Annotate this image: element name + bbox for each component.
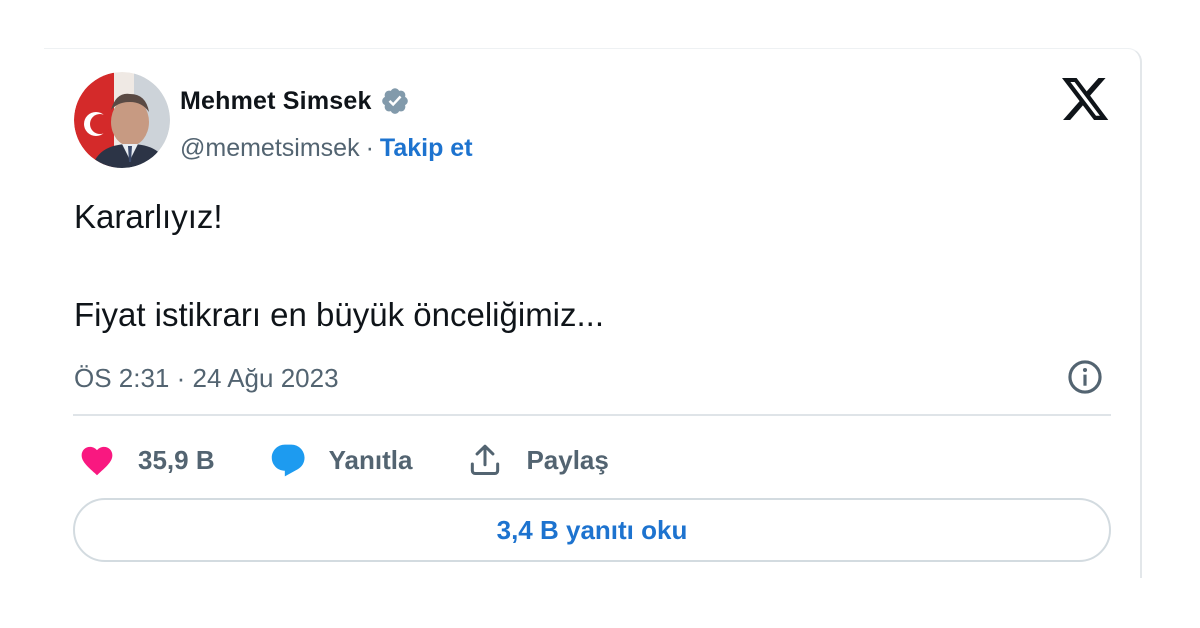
- info-icon[interactable]: [1066, 358, 1104, 396]
- reply-button[interactable]: Yanıtla: [269, 441, 413, 479]
- author-handle[interactable]: @memetsimsek: [180, 134, 360, 163]
- reply-label: Yanıtla: [328, 444, 413, 475]
- verified-badge-icon: [381, 88, 408, 114]
- tweet-timestamp[interactable]: ÖS 2:31 · 24 Ağu 2023: [74, 363, 339, 394]
- like-button[interactable]: 35,9 B: [78, 441, 215, 479]
- tweet-text-line-2: Fiyat istikrarı en büyük önceliğimiz...: [74, 296, 605, 333]
- tweet-timestamp-row: ÖS 2:31 · 24 Ağu 2023: [74, 360, 339, 396]
- author-display-name[interactable]: Mehmet Simsek: [180, 87, 372, 116]
- share-button[interactable]: Paylaş: [466, 441, 609, 479]
- share-label: Paylaş: [526, 444, 609, 475]
- read-replies-label: 3,4 B yanıtı oku: [496, 514, 688, 545]
- follow-button[interactable]: Takip et: [380, 134, 473, 163]
- read-replies-button[interactable]: 3,4 B yanıtı oku: [73, 498, 1111, 562]
- heart-icon: [81, 446, 113, 476]
- like-count: 35,9 B: [138, 444, 215, 475]
- share-icon: [471, 444, 500, 475]
- x-logo-icon[interactable]: [1062, 78, 1110, 122]
- action-bar: 35,9 B Yanıtla Paylaş: [78, 438, 663, 482]
- avatar[interactable]: [74, 72, 170, 168]
- avatar-image: [74, 72, 170, 168]
- tweet-text-line-1: Kararlıyız!: [74, 198, 223, 235]
- author-handle-row: @memetsimsek · Takip et: [180, 131, 473, 165]
- reply-bubble-icon: [271, 444, 305, 477]
- divider: [73, 414, 1111, 416]
- handle-separator: ·: [365, 133, 374, 162]
- author-name-row: Mehmet Simsek: [180, 84, 410, 118]
